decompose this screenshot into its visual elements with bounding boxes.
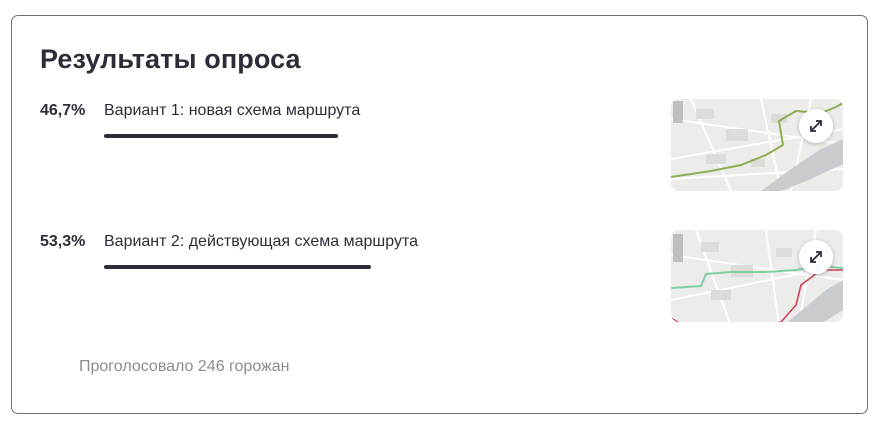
total-votes: Проголосовало 246 горожан: [79, 358, 290, 375]
expand-icon: [808, 249, 824, 265]
option-progress-bar: [104, 134, 338, 138]
expand-map-button[interactable]: [799, 109, 833, 143]
option-progress-track: [104, 134, 604, 138]
option-progress-track: [104, 265, 604, 269]
option-percent: 53,3%: [40, 233, 86, 250]
option-progress-bar: [104, 265, 371, 269]
poll-results-card: Результаты опроса 46,7% Вариант 1: новая…: [11, 15, 868, 414]
route-map-thumbnail-1[interactable]: [671, 99, 843, 191]
expand-map-button[interactable]: [799, 240, 833, 274]
option-label: Вариант 2: действующая схема маршрута: [104, 233, 418, 250]
route-map-thumbnail-2[interactable]: [671, 230, 843, 322]
option-percent: 46,7%: [40, 102, 86, 119]
poll-title: Результаты опроса: [40, 44, 301, 74]
expand-icon: [808, 118, 824, 134]
option-label: Вариант 1: новая схема маршрута: [104, 102, 361, 119]
